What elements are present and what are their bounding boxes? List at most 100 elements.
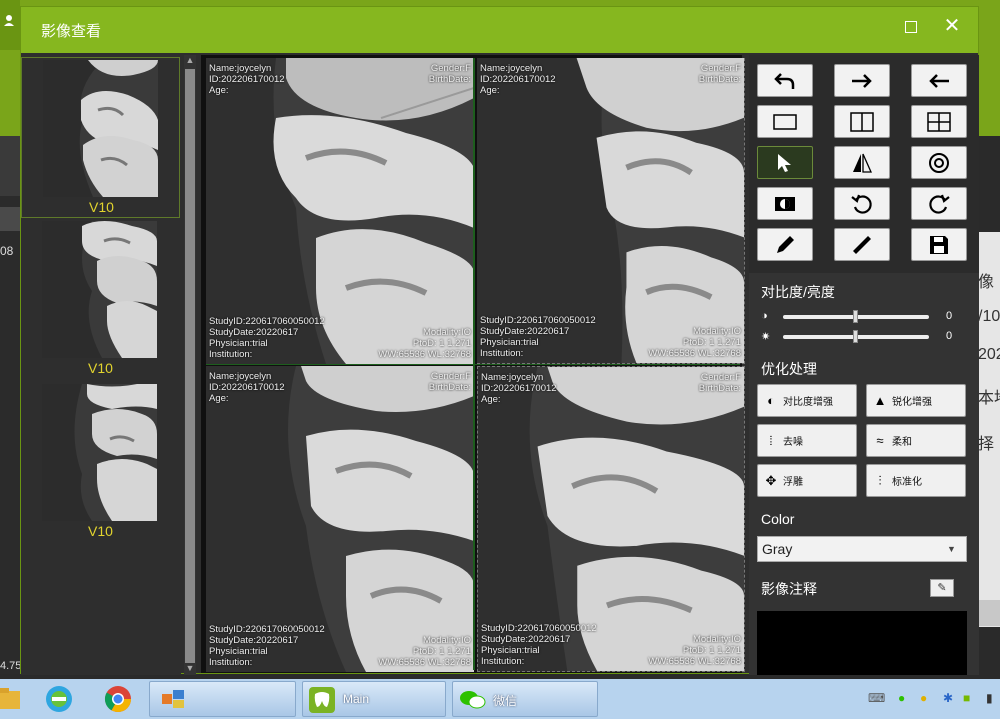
network-icon[interactable]: ▮ [986, 691, 993, 705]
physician: Physician:trial [209, 646, 268, 657]
patient-id: ID:202206170012 [481, 383, 557, 394]
color-title: Color [761, 511, 795, 527]
background-right-text: 202 [978, 346, 1000, 363]
ie-icon[interactable] [44, 684, 74, 714]
patient-age: Age: [209, 85, 229, 96]
contrast-slider-handle[interactable] [853, 310, 858, 323]
taskbar-wechat-label: 微信 [493, 694, 518, 708]
undo-button[interactable] [757, 64, 813, 97]
chrome-icon[interactable] [103, 684, 133, 714]
measure-button[interactable] [834, 228, 890, 261]
pointer-icon [778, 153, 791, 172]
folder-icon[interactable] [0, 685, 22, 713]
image-pane[interactable]: Name:joycelyn ID:202206170012 Age: Gender:… [477, 58, 745, 364]
taskbar-main-app[interactable]: Main [302, 681, 446, 717]
modality-overlay: Modality:IO PtoD: 1 1.271 WW:65536 WL:3276… [378, 635, 471, 668]
emboss-button[interactable]: ✥ 浮雕 [757, 464, 857, 497]
study-id: StudyID:220617060050012 [481, 623, 597, 634]
dental-app-icon [309, 687, 335, 713]
user-icon[interactable] [3, 14, 15, 26]
normalize-label: 标准化 [892, 477, 922, 488]
scroll-up-arrow-icon[interactable]: ▲ [184, 55, 196, 65]
brightness-slider[interactable] [783, 330, 929, 343]
image-pane[interactable]: Name:joycelyn ID:202206170012 Age: Gender:… [206, 366, 474, 672]
taskbar-explorer-window[interactable] [149, 681, 296, 717]
patient-id: ID:202206170012 [209, 382, 285, 393]
arrow-right-icon [852, 73, 872, 88]
soften-button[interactable]: ≈ 柔和 [866, 424, 966, 457]
thumbnail-list: V10 V10 V10 [21, 55, 181, 675]
nvidia-icon[interactable]: ■ [963, 691, 970, 705]
study-id: StudyID:220617060050012 [209, 316, 325, 327]
flip-button[interactable] [834, 146, 890, 179]
thumbnail-item[interactable]: V10 [21, 382, 180, 543]
chevron-down-icon[interactable]: ▼ [947, 544, 956, 554]
color-map-select[interactable]: Gray [757, 536, 967, 562]
save-button[interactable] [911, 228, 967, 261]
study-info-overlay: StudyID:220617060050012 StudyDate:2022061… [209, 316, 325, 360]
tray-app-icon[interactable]: ● [920, 691, 927, 705]
contrast-enhance-icon: ◐ [767, 393, 775, 408]
image-notes-textarea[interactable] [757, 611, 967, 675]
window-title: 影像查看 [41, 23, 102, 40]
patient-name: Name:joycelyn [480, 63, 543, 74]
study-date: StudyDate:20220617 [481, 634, 571, 645]
taskbar-wechat[interactable]: 微信 [452, 681, 598, 717]
background-left-tab[interactable] [0, 207, 20, 231]
keyboard-icon[interactable]: ⌨ [868, 691, 885, 705]
edit-notes-button[interactable]: ✎ [930, 579, 954, 597]
modality-overlay: Modality:IO PtoD: 1 1.271 WW:65536 WL:3276… [648, 326, 741, 359]
wechat-icon [460, 691, 486, 709]
layout-1x1-button[interactable] [757, 105, 813, 138]
wechat-tray-icon[interactable]: ● [898, 691, 905, 705]
sharpen-button[interactable]: ▲ 锐化增强 [866, 384, 966, 417]
denoise-button[interactable]: ⦙ 去噪 [757, 424, 857, 457]
image-viewport[interactable]: Name:joycelyn ID:202206170012 Age: Gender:… [201, 55, 745, 673]
flip-icon [853, 153, 873, 173]
rotate-right-button[interactable] [911, 187, 967, 220]
maximize-button[interactable] [905, 21, 917, 33]
scroll-down-arrow-icon[interactable]: ▼ [184, 663, 196, 673]
layout-grid-icon [927, 111, 951, 132]
brightness-icon: ✷ [761, 331, 771, 343]
layout-2x2-button[interactable] [911, 105, 967, 138]
brightness-slider-handle[interactable] [853, 330, 858, 343]
background-left-panel [0, 196, 20, 674]
layout-two-col-icon [850, 111, 874, 132]
patient-id: ID:202206170012 [480, 74, 556, 85]
next-image-button[interactable] [834, 64, 890, 97]
background-left-bottom: 4.75 [0, 660, 22, 672]
scrollbar-thumb[interactable] [185, 69, 195, 663]
emboss-label: 浮雕 [783, 477, 803, 488]
modality: Modality:IO [692, 634, 741, 645]
xray-thumbnail [42, 384, 157, 521]
bluetooth-icon[interactable]: ✱ [943, 691, 953, 705]
patient-demo-overlay: Gender:F BirthDate: [429, 63, 471, 85]
contrast-enhance-button[interactable]: ◐ 对比度增强 [757, 384, 857, 417]
thumbnail-item[interactable]: V10 [21, 219, 180, 380]
thumbnail-item[interactable]: V10 [21, 57, 180, 218]
invert-button[interactable] [757, 187, 813, 220]
select-tool-button[interactable] [757, 146, 813, 179]
denoise-label: 去噪 [783, 437, 803, 448]
normalize-button[interactable]: ⫶ 标准化 [866, 464, 966, 497]
close-button[interactable]: ✕ [941, 15, 963, 37]
patient-birthdate: BirthDate: [698, 383, 741, 394]
layout-1x2-button[interactable] [834, 105, 890, 138]
magnifier-button[interactable] [911, 146, 967, 179]
previous-image-button[interactable] [911, 64, 967, 97]
patient-birthdate: BirthDate: [428, 382, 471, 393]
contrast-icon: ◑ [761, 310, 768, 322]
annotate-button[interactable] [757, 228, 813, 261]
rotate-right-icon [929, 194, 950, 214]
title-bar[interactable]: 影像查看 ✕ [21, 7, 978, 53]
patient-name: Name:joycelyn [209, 371, 272, 382]
image-pane[interactable]: Name:joycelyn ID:202206170012 Age: Gender:… [206, 58, 474, 364]
modality: Modality:IO [422, 635, 471, 646]
pane-divider-horizontal [206, 364, 740, 365]
image-pane[interactable]: Name:joycelyn ID:202206170012 Age: Gender:… [477, 366, 745, 672]
rotate-left-button[interactable] [834, 187, 890, 220]
contrast-slider[interactable] [783, 310, 929, 323]
contrast-brightness-title: 对比度/亮度 [761, 284, 835, 300]
pixel-spacing: PtoD: 1 1.271 [412, 338, 471, 349]
